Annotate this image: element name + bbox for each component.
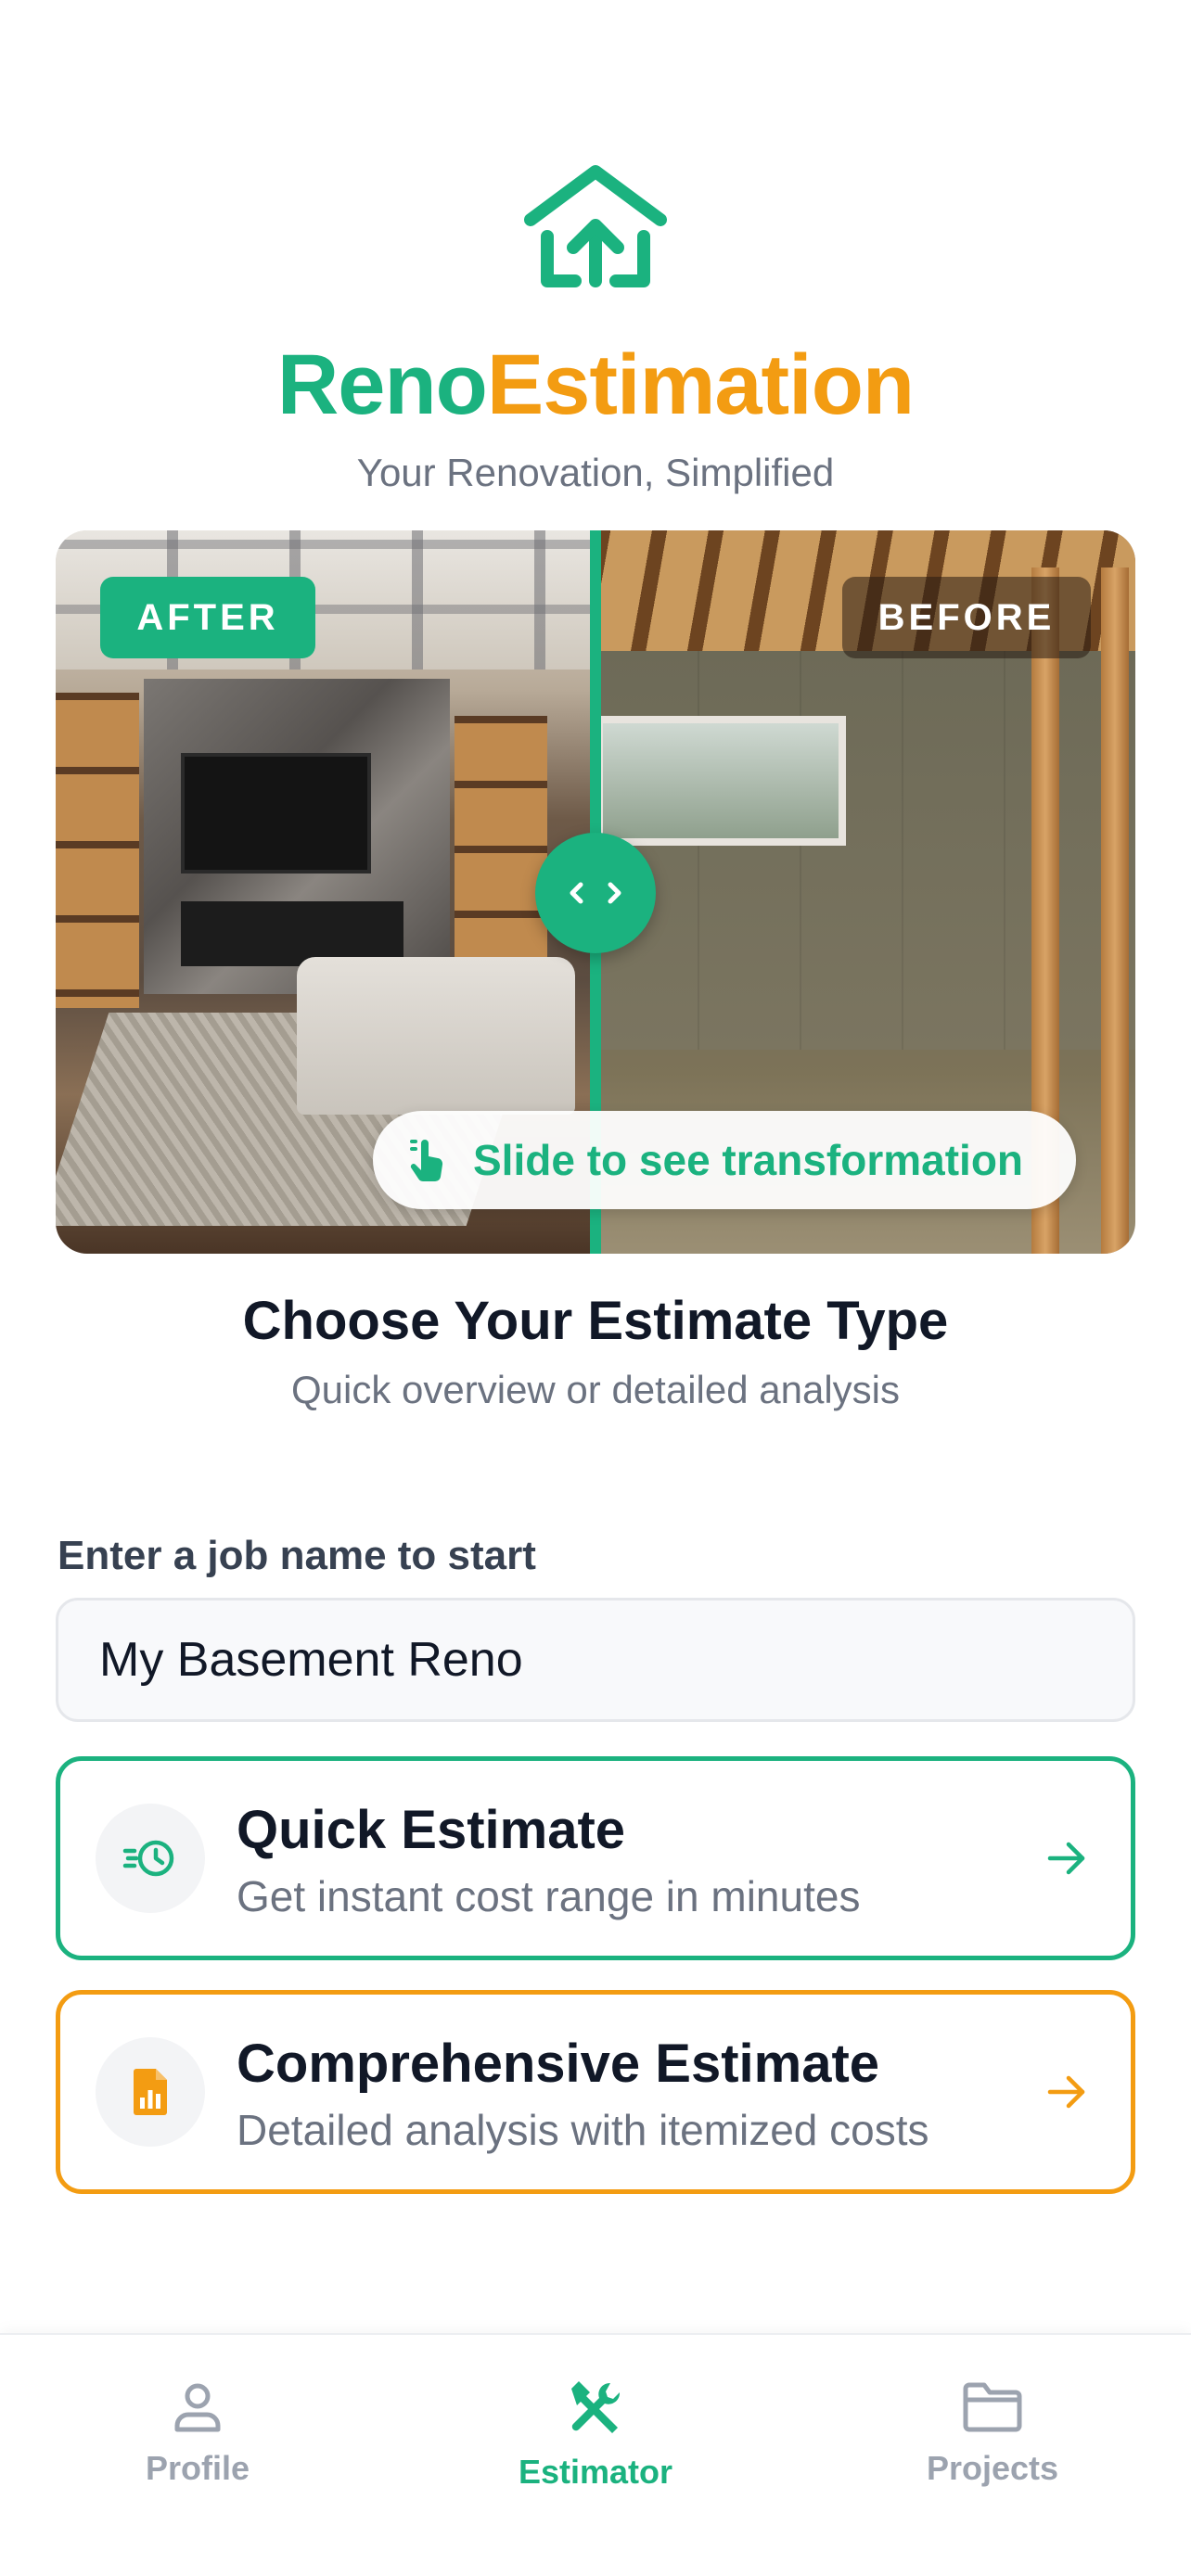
comprehensive-estimate-button[interactable]: Comprehensive Estimate Detailed analysis… bbox=[56, 1990, 1135, 2194]
quick-estimate-button[interactable]: Quick Estimate Get instant cost range in… bbox=[56, 1756, 1135, 1960]
tab-estimator-label: Estimator bbox=[518, 2453, 673, 2491]
quick-estimate-title: Quick Estimate bbox=[237, 1800, 626, 1860]
tab-profile-label: Profile bbox=[145, 2449, 250, 2487]
fast-clock-icon bbox=[96, 1804, 205, 1913]
job-name-label: Enter a job name to start bbox=[58, 1533, 536, 1578]
job-name-input[interactable] bbox=[56, 1598, 1135, 1722]
report-chart-icon bbox=[96, 2037, 205, 2147]
slide-hint-text: Slide to see transformation bbox=[473, 1136, 1024, 1184]
chevron-left-right-icon bbox=[570, 882, 621, 904]
bottom-nav: Profile Estimator Projects bbox=[0, 2333, 1191, 2576]
tab-profile[interactable]: Profile bbox=[58, 2379, 337, 2509]
tab-projects[interactable]: Projects bbox=[853, 2379, 1132, 2509]
app-title-reno: Reno bbox=[276, 338, 488, 432]
slide-hint: Slide to see transformation bbox=[373, 1111, 1076, 1209]
comprehensive-estimate-description: Detailed analysis with itemized costs bbox=[237, 2106, 929, 2154]
section-title: Choose Your Estimate Type bbox=[242, 1291, 949, 1351]
house-upload-icon bbox=[524, 165, 667, 287]
swipe-hand-icon bbox=[410, 1140, 443, 1182]
tab-projects-label: Projects bbox=[926, 2449, 1059, 2487]
tagline: Your Renovation, Simplified bbox=[356, 451, 835, 494]
slider-handle[interactable] bbox=[535, 833, 656, 953]
arrow-right-icon bbox=[1047, 1842, 1085, 1875]
person-icon bbox=[174, 2383, 221, 2432]
quick-estimate-description: Get instant cost range in minutes bbox=[237, 1872, 861, 1920]
hammer-wrench-icon bbox=[571, 2381, 621, 2433]
before-badge: BEFORE bbox=[842, 577, 1091, 658]
after-badge: AFTER bbox=[100, 577, 315, 658]
app-title-estimation: Estimation bbox=[486, 338, 915, 432]
folder-icon bbox=[963, 2382, 1022, 2432]
section-subtitle: Quick overview or detailed analysis bbox=[291, 1368, 900, 1411]
app-title: RenoEstimation bbox=[0, 334, 1191, 436]
tab-estimator[interactable]: Estimator bbox=[456, 2379, 735, 2509]
arrow-right-icon bbox=[1047, 2075, 1085, 2109]
comprehensive-estimate-title: Comprehensive Estimate bbox=[237, 2034, 880, 2094]
